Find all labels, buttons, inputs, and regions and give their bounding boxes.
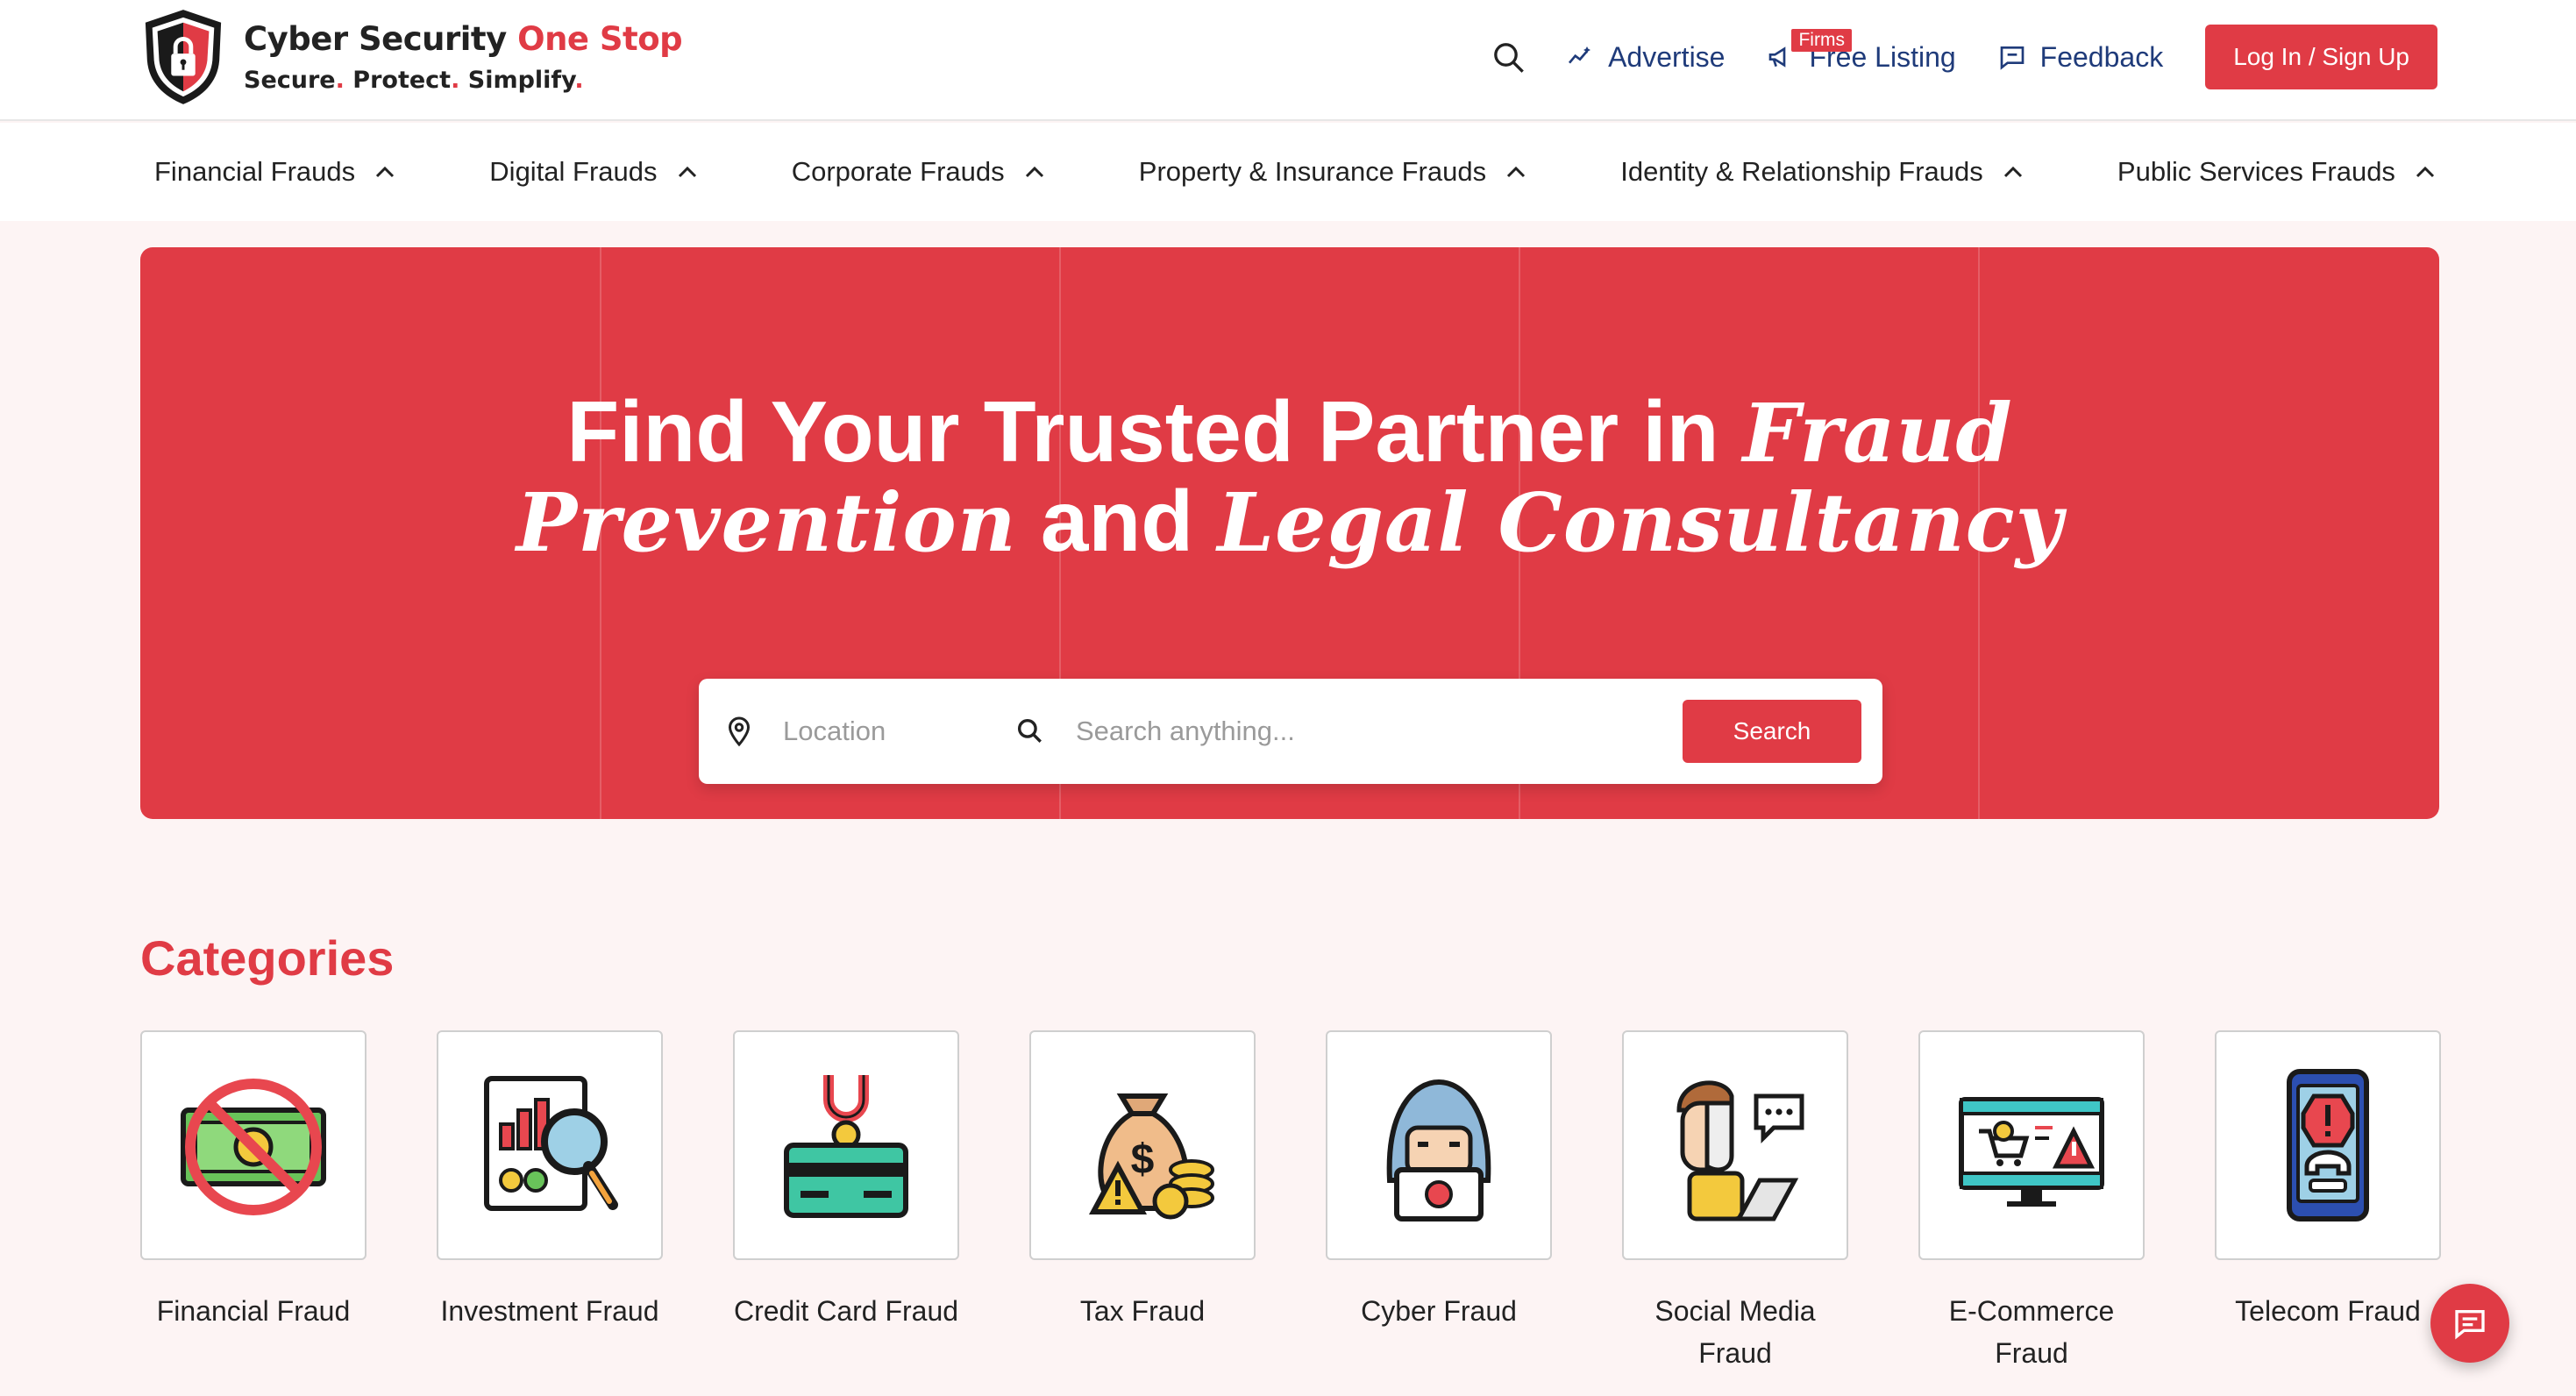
search-bar: Search <box>699 679 1882 784</box>
feedback-chat-icon <box>2000 46 2024 70</box>
search-button[interactable]: Search <box>1683 700 1861 763</box>
location-pin-icon <box>728 716 751 747</box>
chevron-up-icon <box>2416 166 2434 178</box>
search-input[interactable] <box>1076 705 1637 758</box>
feedback-label: Feedback <box>2039 40 2164 73</box>
svg-text:$: $ <box>1131 1136 1155 1183</box>
category-label: Cyber Fraud <box>1361 1295 1517 1327</box>
advertise-label: Advertise <box>1608 40 1726 73</box>
category-card[interactable]: Financial Fraud <box>140 1030 366 1332</box>
category-label: Investment Fraud <box>440 1295 659 1327</box>
advertise-link[interactable]: Advertise <box>1566 41 1725 74</box>
category-card[interactable]: Social Media Fraud <box>1622 1030 1848 1374</box>
category-label: Tax Fraud <box>1079 1295 1206 1327</box>
shield-lock-icon <box>145 10 222 104</box>
nav-label: Financial Frauds <box>154 156 356 187</box>
chevron-up-icon <box>376 166 395 178</box>
chat-icon <box>2455 1310 2485 1340</box>
nav-item-digital-frauds[interactable]: Digital Frauds <box>489 156 697 188</box>
category-card[interactable]: Investment Fraud <box>437 1030 663 1332</box>
phone-alert-icon <box>2287 1069 2369 1222</box>
feedback-link[interactable]: Feedback <box>1998 40 2164 74</box>
sparkle-chart-icon <box>1569 46 1591 64</box>
hacker-icon <box>1386 1079 1491 1222</box>
category-card[interactable]: Cyber Fraud <box>1326 1030 1552 1332</box>
category-nav: Financial Frauds Digital Frauds Corporat… <box>0 123 2576 221</box>
chat-button[interactable] <box>2430 1284 2509 1363</box>
free-listing-link[interactable]: Firms Free Listing <box>1767 28 1956 74</box>
nav-item-identity-relationship-frauds[interactable]: Identity & Relationship Frauds <box>1620 156 2024 188</box>
money-bag-warning-icon: $ <box>1088 1093 1214 1220</box>
category-card[interactable]: Telecom Fraud <box>2215 1030 2441 1332</box>
nav-item-corporate-frauds[interactable]: Corporate Frauds <box>792 156 1045 188</box>
category-label: E-Commerce Fraud <box>1948 1295 2115 1369</box>
location-input[interactable] <box>783 705 976 758</box>
chevron-up-icon <box>1025 166 1043 178</box>
brand-title: Cyber Security One Stop <box>244 20 683 58</box>
nav-item-public-services-frauds[interactable]: Public Services Frauds <box>2117 156 2436 188</box>
nav-label: Public Services Frauds <box>2117 156 2395 187</box>
nav-label: Property & Insurance Frauds <box>1138 156 1487 187</box>
category-label: Telecom Fraud <box>2235 1295 2421 1327</box>
category-label: Credit Card Fraud <box>733 1295 959 1327</box>
nav-label: Corporate Frauds <box>791 156 1005 187</box>
site-header: Cyber Security One Stop Secure. Protect.… <box>0 0 2576 121</box>
no-money-icon <box>181 1079 326 1215</box>
brand-tagline: Secure. Protect. Simplify. <box>244 67 584 94</box>
categories-heading: Categories <box>140 930 395 986</box>
nav-label: Digital Frauds <box>489 156 658 187</box>
masked-user-icon <box>1676 1080 1804 1222</box>
category-card[interactable]: Credit Card Fraud <box>733 1030 959 1332</box>
category-label: Social Media Fraud <box>1654 1295 1816 1369</box>
report-magnifier-icon <box>484 1076 618 1211</box>
card-magnet-icon <box>784 1075 908 1218</box>
ecommerce-warning-icon <box>1959 1097 2104 1207</box>
login-signup-button[interactable]: Log In / Sign Up <box>2205 25 2437 89</box>
category-card[interactable]: $ Tax Fraud <box>1029 1030 1256 1332</box>
category-label: Financial Fraud <box>156 1295 351 1327</box>
category-list: Financial Fraud Investment Fraud Credit … <box>140 1030 2441 1381</box>
brand-logo[interactable]: Cyber Security One Stop Secure. Protect.… <box>140 7 683 107</box>
chevron-up-icon <box>2003 166 2022 178</box>
chevron-up-icon <box>1507 166 1526 178</box>
nav-item-property-insurance-frauds[interactable]: Property & Insurance Frauds <box>1139 156 1526 188</box>
chevron-up-icon <box>678 166 696 178</box>
hero-headline: Find Your Trusted Partner in Fraud Preve… <box>516 383 2064 570</box>
nav-label: Identity & Relationship Frauds <box>1620 156 1983 187</box>
firms-badge: Firms <box>1791 28 1852 52</box>
search-icon <box>1017 718 1042 743</box>
hero-banner: Find Your Trusted Partner in Fraud Preve… <box>140 247 2439 819</box>
nav-item-financial-frauds[interactable]: Financial Frauds <box>154 156 395 188</box>
search-icon[interactable] <box>1491 39 1526 75</box>
category-card[interactable]: E-Commerce Fraud <box>1918 1030 2145 1374</box>
